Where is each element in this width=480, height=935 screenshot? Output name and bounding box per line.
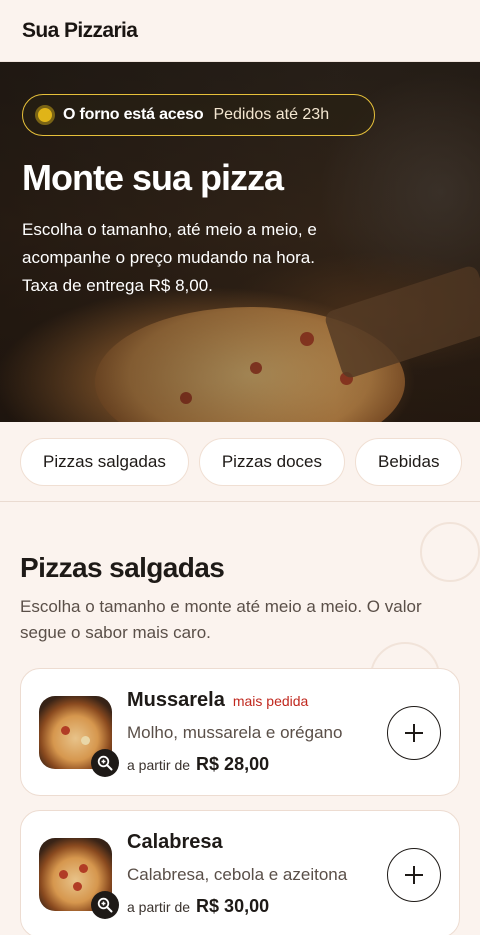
- status-main-text: O forno está aceso: [63, 106, 204, 123]
- tab-pizzas-salgadas[interactable]: Pizzas salgadas: [20, 437, 189, 486]
- hero-description: Escolha o tamanho, até meio a meio, e ac…: [22, 220, 317, 295]
- brand-logo[interactable]: Sua Pizzaria: [22, 19, 138, 43]
- price-from-label: a partir de: [127, 899, 191, 915]
- background-doodle: [420, 522, 480, 582]
- product-ingredients: Calabresa, cebola e azeitona: [127, 865, 348, 884]
- product-name-text: Mussarela: [127, 689, 225, 711]
- add-button[interactable]: [387, 848, 441, 902]
- top-bar: Sua Pizzaria: [0, 0, 480, 62]
- section-title: Pizzas salgadas: [20, 552, 225, 583]
- tab-bebidas[interactable]: Bebidas: [355, 437, 463, 486]
- product-card-calabresa[interactable]: Calabresa Calabresa, cebola e azeitona a…: [20, 810, 460, 935]
- menu-section: Pizzas salgadas Escolha o tamanho e mont…: [0, 502, 480, 935]
- product-price: R$ 30,00: [196, 896, 270, 916]
- product-name: Mussarela mais pedida: [127, 689, 308, 712]
- section-description: Escolha o tamanho e monte até meio a mei…: [20, 597, 422, 642]
- popular-badge: mais pedida: [232, 693, 309, 709]
- zoom-in-icon[interactable]: [91, 891, 119, 919]
- price-row: a partir de R$ 28,00: [127, 754, 269, 775]
- category-tabs: Pizzas salgadas Pizzas doces Bebidas: [0, 422, 480, 502]
- hero-title: Monte sua pizza: [22, 157, 284, 198]
- zoom-in-icon[interactable]: [91, 749, 119, 777]
- add-button[interactable]: [387, 706, 441, 760]
- status-dot-icon: [35, 105, 55, 125]
- product-name: Calabresa: [127, 831, 223, 853]
- tab-pizzas-doces[interactable]: Pizzas doces: [198, 437, 346, 486]
- product-price: R$ 28,00: [196, 754, 270, 774]
- plus-icon: [405, 866, 423, 884]
- hero-banner: O forno está aceso Pedidos até 23h Monte…: [0, 62, 480, 422]
- price-row: a partir de R$ 30,00: [127, 896, 269, 917]
- product-ingredients: Molho, mussarela e orégano: [127, 723, 343, 742]
- price-from-label: a partir de: [127, 757, 191, 773]
- product-card-mussarela[interactable]: Mussarela mais pedida Molho, mussarela e …: [20, 668, 460, 796]
- oven-status-pill: O forno está aceso Pedidos até 23h: [22, 94, 375, 136]
- plus-icon: [405, 724, 423, 742]
- status-hours-text: Pedidos até 23h: [213, 106, 330, 123]
